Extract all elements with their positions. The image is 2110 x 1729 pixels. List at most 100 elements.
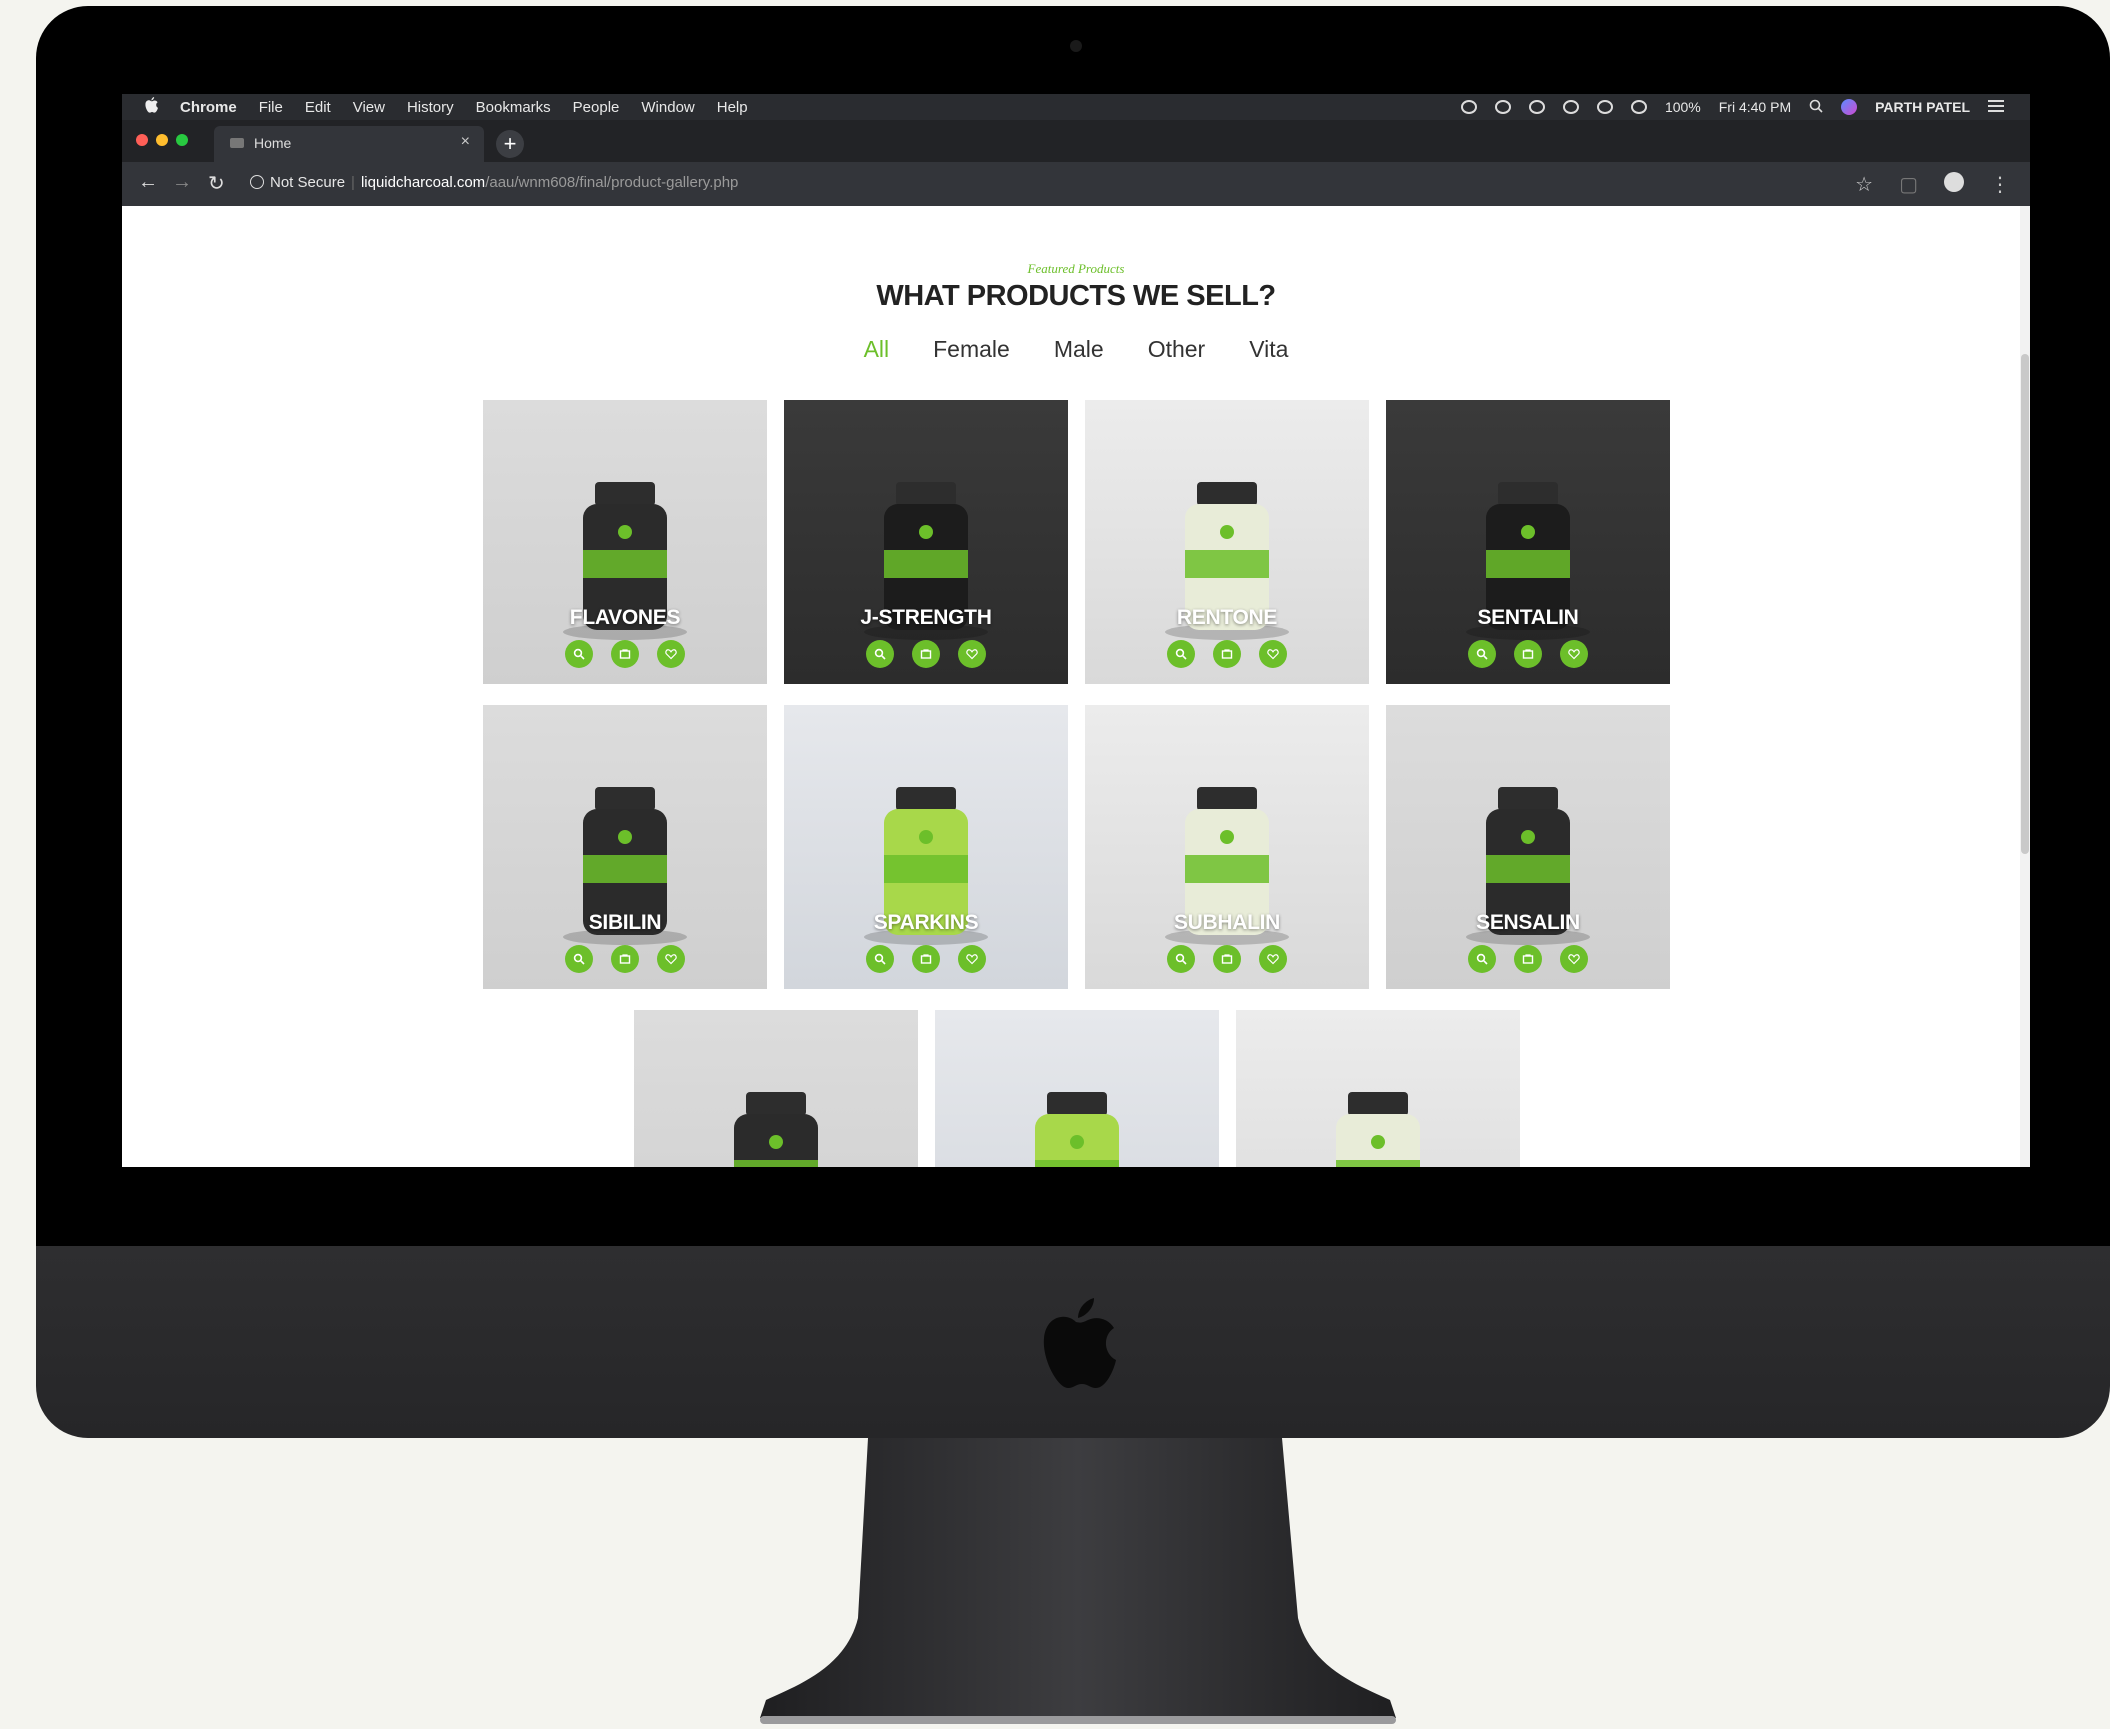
product-name[interactable]: SENSALIN [1386, 911, 1670, 935]
scrollbar-track[interactable] [2020, 206, 2030, 1167]
heart-icon[interactable] [1259, 945, 1287, 973]
heart-icon[interactable] [657, 640, 685, 668]
heart-icon[interactable] [1259, 640, 1287, 668]
product-card[interactable] [1236, 1010, 1520, 1167]
spotlight-icon[interactable] [1809, 99, 1823, 116]
browser-tab[interactable]: Home × [214, 126, 484, 162]
mic-icon[interactable] [1494, 100, 1511, 114]
extension-icon[interactable]: ▢ [1899, 172, 1918, 197]
product-card[interactable]: SENTALIN [1386, 400, 1670, 684]
product-card[interactable]: SENSALIN [1386, 705, 1670, 989]
reload-icon[interactable]: ↻ [208, 171, 225, 196]
siri-icon[interactable] [1841, 99, 1858, 115]
product-name[interactable]: SUBHALIN [1085, 911, 1369, 935]
heart-icon[interactable] [1560, 945, 1588, 973]
menu-history[interactable]: History [407, 99, 454, 116]
product-name[interactable]: RENTONE [1085, 606, 1369, 630]
volume-icon[interactable] [1630, 100, 1647, 114]
filter-male[interactable]: Male [1054, 336, 1104, 363]
heart-icon[interactable] [657, 945, 685, 973]
back-icon[interactable]: ← [138, 171, 158, 194]
cart-icon[interactable] [1213, 640, 1241, 668]
menu-chrome[interactable]: Chrome [180, 99, 237, 116]
search-icon[interactable] [1167, 640, 1195, 668]
clock[interactable]: Fri 4:40 PM [1719, 99, 1791, 115]
address-bar[interactable]: Not Secure | liquidcharcoal.com/aau/wnm608… [250, 174, 738, 191]
product-card[interactable]: SIBILIN [483, 705, 767, 989]
imac-stand [760, 1438, 1396, 1724]
zoom-window-button[interactable] [176, 134, 188, 146]
product-card[interactable]: RENTONE [1085, 400, 1369, 684]
menu-bookmarks[interactable]: Bookmarks [476, 99, 551, 116]
bluetooth-icon[interactable] [1562, 100, 1579, 114]
filter-female[interactable]: Female [933, 336, 1010, 363]
cloud-icon[interactable] [1460, 100, 1477, 114]
wifi-icon[interactable] [1596, 100, 1613, 114]
search-icon[interactable] [866, 640, 894, 668]
cart-icon[interactable] [611, 945, 639, 973]
battery-percent[interactable]: 100% [1665, 99, 1701, 115]
new-tab-button[interactable]: + [496, 130, 524, 158]
tab-close-icon[interactable]: × [461, 133, 470, 151]
security-label[interactable]: Not Secure [270, 174, 345, 191]
cart-icon[interactable] [912, 640, 940, 668]
profile-icon[interactable] [1944, 172, 1964, 192]
product-card[interactable]: J-STRENGTH [784, 400, 1068, 684]
filter-other[interactable]: Other [1148, 336, 1206, 363]
notification-center-icon[interactable] [1988, 99, 2004, 116]
menu-kebab-icon[interactable]: ⋮ [1990, 172, 2010, 197]
product-name[interactable]: J-STRENGTH [784, 606, 1068, 630]
menu-people[interactable]: People [573, 99, 620, 116]
search-icon[interactable] [866, 945, 894, 973]
cart-icon[interactable] [611, 640, 639, 668]
heart-icon[interactable] [1560, 640, 1588, 668]
filter-all[interactable]: All [864, 336, 890, 363]
menu-file[interactable]: File [259, 99, 283, 116]
filter-vita[interactable]: Vita [1249, 336, 1288, 363]
menu-edit[interactable]: Edit [305, 99, 331, 116]
apple-logo-icon [1043, 1298, 1116, 1388]
apple-menu-icon[interactable] [144, 96, 158, 118]
product-name[interactable]: SPARKINS [784, 911, 1068, 935]
favicon-icon [230, 138, 244, 148]
search-icon[interactable] [1468, 640, 1496, 668]
time-machine-icon[interactable] [1528, 100, 1545, 114]
product-card[interactable]: SUBHALIN [1085, 705, 1369, 989]
menu-help[interactable]: Help [717, 99, 748, 116]
product-card[interactable]: FLAVONES [483, 400, 767, 684]
url-domain: liquidcharcoal.com [360, 174, 486, 191]
camera [1070, 40, 1082, 52]
cart-icon[interactable] [912, 945, 940, 973]
menu-view[interactable]: View [353, 99, 385, 116]
heart-icon[interactable] [958, 640, 986, 668]
cart-icon[interactable] [1514, 640, 1542, 668]
product-actions [1085, 640, 1369, 668]
search-icon[interactable] [565, 945, 593, 973]
search-icon[interactable] [565, 640, 593, 668]
product-image [1336, 1092, 1420, 1167]
product-card[interactable] [935, 1010, 1219, 1167]
bookmark-star-icon[interactable]: ☆ [1855, 172, 1873, 197]
cart-icon[interactable] [1213, 945, 1241, 973]
product-name[interactable]: SENTALIN [1386, 606, 1670, 630]
product-name[interactable]: SIBILIN [483, 911, 767, 935]
browser-tab-strip: Home × + [122, 120, 2030, 162]
product-actions [1386, 640, 1670, 668]
close-window-button[interactable] [136, 134, 148, 146]
scrollbar-thumb[interactable] [2021, 354, 2029, 854]
screen: Chrome File Edit View History Bookmarks … [122, 94, 2030, 1167]
product-card[interactable] [634, 1010, 918, 1167]
search-icon[interactable] [1167, 945, 1195, 973]
minimize-window-button[interactable] [156, 134, 168, 146]
category-filters: All Female Male Other Vita [122, 336, 2030, 363]
cart-icon[interactable] [1514, 945, 1542, 973]
product-name[interactable]: FLAVONES [483, 606, 767, 630]
product-card[interactable]: SPARKINS [784, 705, 1068, 989]
menu-window[interactable]: Window [641, 99, 694, 116]
product-actions [784, 640, 1068, 668]
heart-icon[interactable] [958, 945, 986, 973]
info-icon[interactable] [250, 175, 264, 189]
forward-icon[interactable]: → [172, 171, 192, 194]
user-name[interactable]: PARTH PATEL [1875, 99, 1970, 115]
search-icon[interactable] [1468, 945, 1496, 973]
